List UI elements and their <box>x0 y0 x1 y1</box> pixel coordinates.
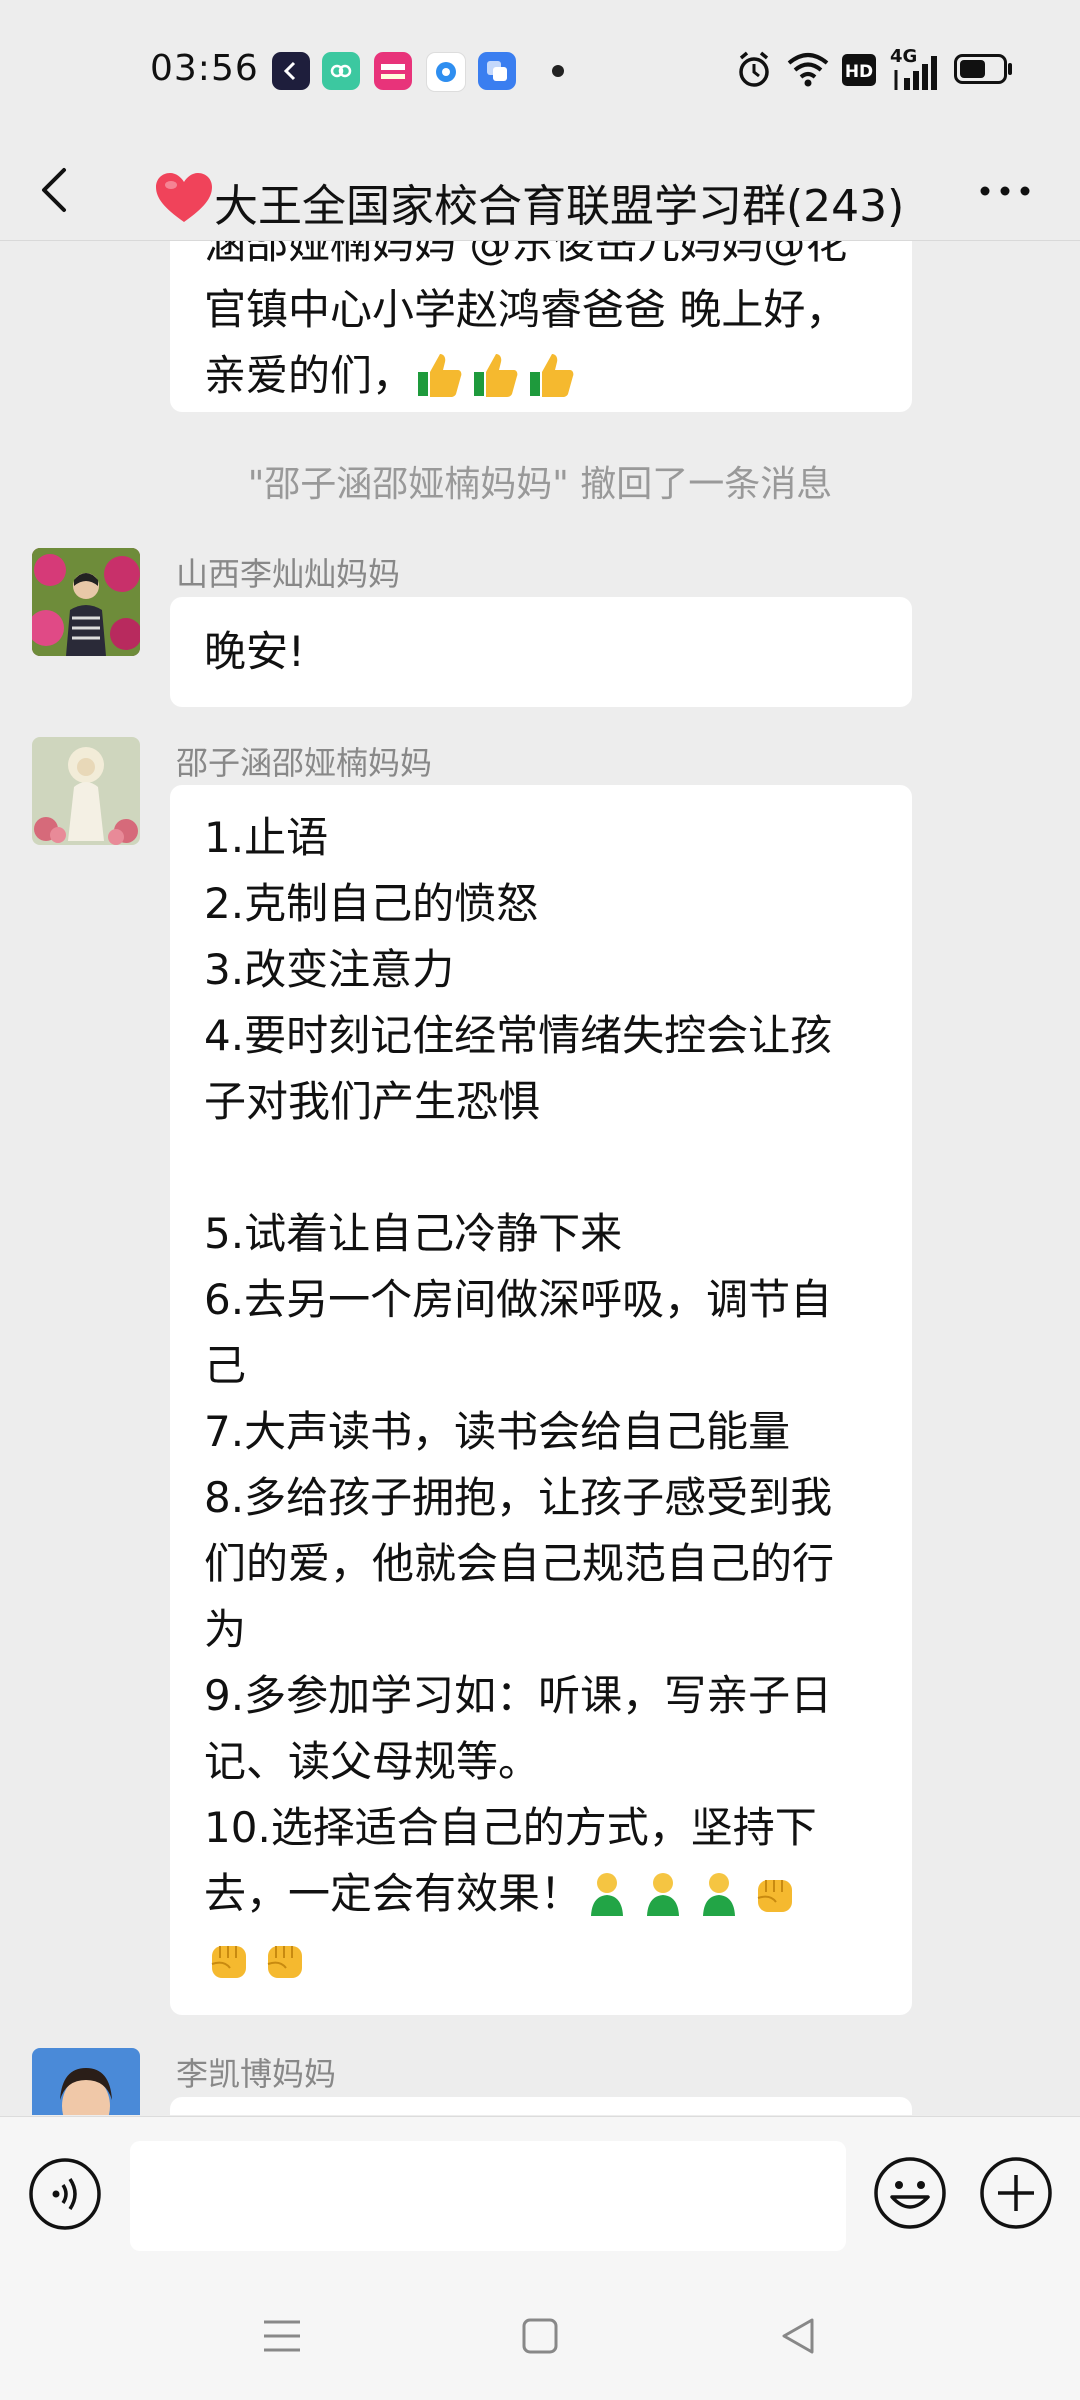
message-line: 8.多给孩子拥抱，让孩子感受到我 <box>204 1473 833 1522</box>
message-bubble[interactable]: 1.止语 2.克制自己的愤怒 3.改变注意力 4.要时刻记住经常情绪失控会让孩 … <box>170 785 912 2015</box>
app-icon <box>478 52 516 90</box>
message-line: 记、读父母规等。 <box>204 1737 541 1786</box>
message-line: 3.改变注意力 <box>204 945 455 994</box>
sender-name: 李凯博妈妈 <box>176 2055 337 2093</box>
alarm-icon <box>736 50 772 94</box>
wechat-mini-icon <box>322 52 360 90</box>
message-line: 9.多参加学习如：听课，写亲子日 <box>204 1671 833 1720</box>
svg-text:HD: HD <box>845 62 873 82</box>
more-notifications-dot <box>552 65 564 77</box>
message-line: 去，一定会有效果！ <box>204 1861 878 1927</box>
message-bubble-partial[interactable]: 涵邵娅楠妈妈 @东俊岳九妈妈@花 官镇中心小学赵鸿睿爸爸 晚上好， 亲爱的们， <box>170 241 912 412</box>
message-line: 2.克制自己的愤怒 <box>204 879 539 928</box>
message-line: 为 <box>204 1605 247 1654</box>
thumbs-up-icon <box>526 350 576 400</box>
message-line: 官镇中心小学赵鸿睿爸爸 晚上好， <box>204 285 848 334</box>
message-list[interactable]: 涵邵娅楠妈妈 @东俊岳九妈妈@花 官镇中心小学赵鸿睿爸爸 晚上好， 亲爱的们， … <box>0 241 1080 2115</box>
message-bubble-partial[interactable] <box>170 2097 912 2115</box>
input-bar <box>0 2116 1080 2277</box>
message-bubble[interactable]: 晚安! <box>170 597 912 707</box>
plus-circle-icon[interactable] <box>978 2155 1054 2231</box>
message-line: 子对我们产生恐惧 <box>204 1077 541 1126</box>
message-line: 4.要时刻记住经常情绪失控会让孩 <box>204 1011 833 1060</box>
person-green-icon <box>638 1868 688 1918</box>
system-nav-bar <box>0 2276 1080 2400</box>
wifi-icon <box>786 50 830 92</box>
chat-title: 大王全国家校合育联盟学习群(243) <box>214 181 905 232</box>
message-text: 晚安! <box>204 627 305 676</box>
person-green-icon <box>582 1868 632 1918</box>
chat-header: 大王全国家校合育联盟学习群(243) <box>0 140 1080 241</box>
message-line: 涵邵娅楠妈妈 @东俊岳九妈妈@花 <box>204 241 848 268</box>
battery-icon <box>954 54 1014 88</box>
thumbs-up-icon <box>470 350 520 400</box>
avatar[interactable] <box>32 737 140 845</box>
status-time: 03:56 <box>150 48 259 89</box>
home-square-icon[interactable] <box>516 2312 564 2360</box>
message-line: 5.试着让自己冷静下来 <box>204 1209 623 1258</box>
sender-name: 山西李灿灿妈妈 <box>176 555 401 593</box>
menu-icon[interactable] <box>258 2312 306 2360</box>
fist-icon <box>260 1934 310 1984</box>
fist-icon <box>750 1868 800 1918</box>
smiley-icon[interactable] <box>872 2155 948 2231</box>
hd-icon: HD <box>842 54 876 90</box>
back-triangle-icon[interactable] <box>774 2312 822 2360</box>
message-line-empty <box>204 1135 878 1201</box>
sender-name: 邵子涵邵娅楠妈妈 <box>176 744 433 782</box>
message-input[interactable] <box>130 2141 846 2251</box>
browser-icon <box>426 52 466 92</box>
voice-icon[interactable] <box>28 2157 102 2231</box>
kuaishou-icon <box>272 52 310 90</box>
message-line: 亲爱的们， <box>204 343 878 409</box>
chevron-left-icon[interactable] <box>32 164 82 216</box>
message-line: 己 <box>204 1341 247 1390</box>
message-line: 们的爱，他就会自己规范自己的行 <box>204 1539 835 1588</box>
fist-icon <box>204 1934 254 1984</box>
message-line <box>204 1927 878 1993</box>
signal-icon <box>892 56 938 94</box>
red-heart-icon <box>154 172 214 224</box>
message-line: 1.止语 <box>204 813 329 862</box>
recall-notice: "邵子涵邵娅楠妈妈" 撤回了一条消息 <box>247 464 833 505</box>
message-line: 6.去另一个房间做深呼吸，调节自 <box>204 1275 833 1324</box>
app-promo-icon <box>374 52 412 90</box>
message-line: 7.大声读书，读书会给自己能量 <box>204 1407 791 1456</box>
avatar[interactable] <box>32 548 140 656</box>
person-green-icon <box>694 1868 744 1918</box>
message-line: 10.选择适合自己的方式，坚持下 <box>204 1803 817 1852</box>
message-text: 亲爱的们， <box>204 351 415 400</box>
more-dots-icon[interactable] <box>975 176 1035 206</box>
status-bar: 03:56 HD 4G <box>0 0 1080 140</box>
avatar[interactable] <box>32 2048 140 2115</box>
thumbs-up-icon <box>414 350 464 400</box>
message-text: 去，一定会有效果！ <box>204 1869 583 1918</box>
